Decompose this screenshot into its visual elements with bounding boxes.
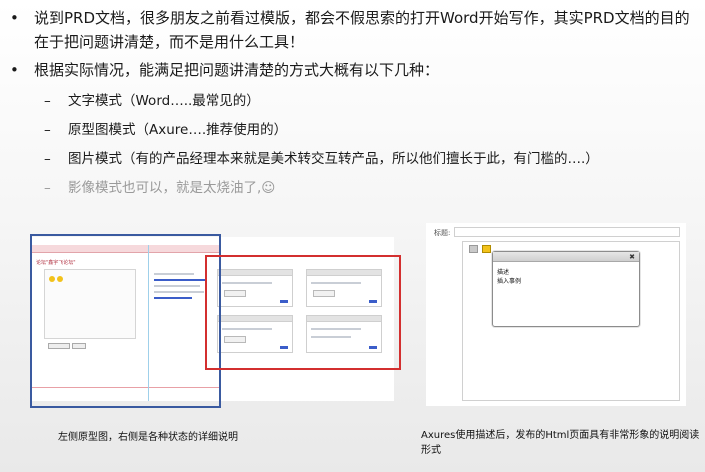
left-caption: 左侧原型图，右侧是各种状态的详细说明 — [58, 432, 238, 443]
sub-bullet-text: 文字模式（Word…..最常见的） — [68, 93, 260, 109]
bullet-dot: • — [10, 61, 19, 79]
dash: – — [44, 122, 51, 138]
bullet-dot: • — [10, 9, 19, 27]
popup-line-1: 描述 — [497, 269, 510, 276]
toolbar-icon — [469, 245, 478, 253]
title-input — [454, 227, 680, 237]
bullet-text: 根据实际情况，能满足把问题讲清楚的方式大概有以下几种： — [34, 61, 440, 79]
bullet-text: 说到PRD文档，很多朋友之前看过模版，都会不假思索的打开Word开始写作，其实P… — [34, 9, 690, 51]
sub-bullet-text: 图片模式（有的产品经理本来就是美术转交互转产品，所以他们擅长于此，有门槛的….） — [68, 151, 599, 167]
popup-close-button[interactable]: ✖ — [629, 252, 635, 262]
sub-bullet-text: 影像模式也可以，就是太烧油了,☺ — [68, 180, 276, 196]
dash: – — [44, 180, 51, 196]
right-caption: Axures使用描述后，发布的Html页面具有非常形象的说明阅读形式 — [421, 430, 700, 456]
axure-html-screenshot: 标题: ✖ 描述 插入事例 — [426, 223, 686, 406]
dash: – — [44, 93, 51, 109]
popup-line-2: 插入事例 — [497, 278, 522, 285]
toolbar-icon — [482, 245, 491, 253]
description-popup: ✖ 描述 插入事例 — [492, 251, 640, 327]
title-label: 标题: — [434, 229, 451, 237]
notes-highlight — [205, 255, 401, 370]
dash: – — [44, 151, 51, 167]
popup-titlebar — [493, 252, 639, 262]
sub-bullet-text: 原型图模式（Axure….推荐使用的） — [68, 122, 288, 138]
prototype-frame — [30, 234, 221, 408]
